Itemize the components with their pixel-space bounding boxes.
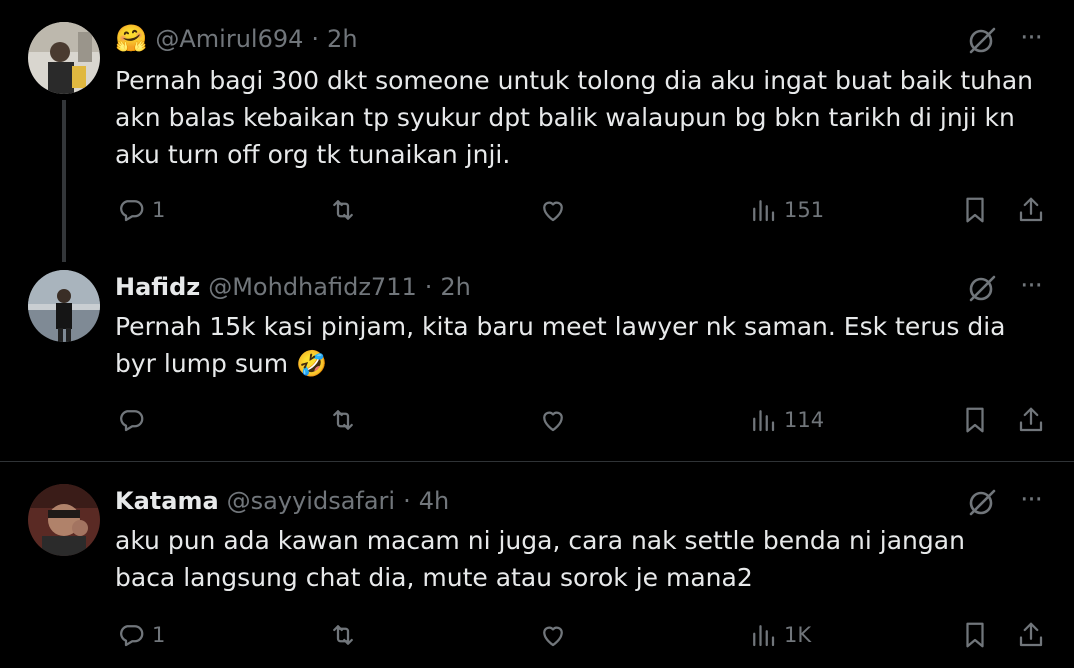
bookmark-button[interactable]: [960, 615, 990, 655]
timestamp[interactable]: 2h: [440, 273, 470, 301]
view-count: 114: [784, 408, 825, 432]
like-button[interactable]: [538, 190, 574, 230]
grok-icon[interactable]: [966, 24, 998, 56]
bookmark-button[interactable]: [960, 190, 990, 230]
tweet[interactable]: 🤗 @Amirul694 · 2h ··· Pernah bagi 300 dk…: [0, 0, 1074, 250]
views-icon: [753, 200, 775, 222]
like-button[interactable]: [538, 615, 574, 655]
view-count: 151: [784, 198, 825, 222]
display-name[interactable]: Katama: [115, 487, 219, 515]
tweet[interactable]: Hafidz @Mohdhafidz711 · 2h ··· Pernah 15…: [0, 262, 1074, 460]
tweet-text: Pernah 15k kasi pinjam, kita baru meet l…: [115, 312, 1006, 378]
share-icon: [1019, 407, 1043, 432]
avatar[interactable]: [28, 270, 100, 342]
share-icon: [1019, 197, 1043, 222]
views-icon: [753, 410, 775, 432]
share-button[interactable]: [1016, 190, 1046, 230]
grok-icon[interactable]: [966, 486, 998, 518]
repost-button[interactable]: [328, 615, 364, 655]
tweet-actions: 114: [0, 400, 1074, 440]
bookmark-icon: [966, 622, 984, 648]
separator-dot: ·: [403, 487, 411, 515]
repost-icon: [333, 625, 353, 645]
bookmark-icon: [966, 197, 984, 223]
tweet[interactable]: Katama @sayyidsafari · 4h ··· aku pun ad…: [0, 462, 1074, 668]
avatar[interactable]: [28, 22, 100, 94]
views-button[interactable]: 151: [748, 190, 824, 230]
reply-icon: [120, 410, 144, 432]
avatar[interactable]: [28, 484, 100, 556]
display-name[interactable]: Hafidz: [115, 273, 200, 301]
tweet-actions: 1 1K: [0, 615, 1074, 655]
tweet-header: Katama @sayyidsafari · 4h: [115, 484, 449, 518]
views-button[interactable]: 1K: [748, 615, 811, 655]
share-button[interactable]: [1016, 400, 1046, 440]
views-button[interactable]: 114: [748, 400, 824, 440]
reply-button[interactable]: [116, 400, 152, 440]
user-handle[interactable]: @Mohdhafidz711: [208, 273, 417, 301]
bookmark-button[interactable]: [960, 400, 990, 440]
bookmark-icon: [966, 407, 984, 433]
grok-icon[interactable]: [966, 272, 998, 304]
reply-button[interactable]: 1: [116, 615, 165, 655]
view-count: 1K: [784, 623, 812, 647]
timestamp[interactable]: 4h: [419, 487, 449, 515]
repost-icon: [333, 410, 353, 430]
like-icon: [543, 626, 563, 647]
repost-button[interactable]: [328, 190, 364, 230]
like-icon: [543, 201, 563, 222]
like-button[interactable]: [538, 400, 574, 440]
repost-button[interactable]: [328, 400, 364, 440]
reply-button[interactable]: 1: [116, 190, 165, 230]
reply-count: 1: [152, 623, 166, 647]
share-icon: [1019, 622, 1043, 647]
more-icon[interactable]: ···: [1015, 25, 1047, 58]
user-handle[interactable]: @sayyidsafari: [227, 487, 395, 515]
more-icon[interactable]: ···: [1015, 487, 1047, 520]
separator-dot: ·: [311, 25, 320, 53]
like-icon: [543, 411, 563, 432]
reply-icon: [120, 200, 144, 222]
display-name-emoji[interactable]: 🤗: [115, 24, 147, 54]
reply-icon: [120, 625, 144, 647]
share-button[interactable]: [1016, 615, 1046, 655]
separator-dot: ·: [424, 273, 433, 301]
reply-count: 1: [152, 198, 166, 222]
tweet-text: aku pun ada kawan macam ni juga, cara na…: [115, 526, 965, 592]
tweet-header: Hafidz @Mohdhafidz711 · 2h: [115, 270, 471, 304]
user-handle[interactable]: @Amirul694: [155, 25, 303, 53]
more-icon[interactable]: ···: [1015, 273, 1047, 306]
tweet-text: Pernah bagi 300 dkt someone untuk tolong…: [115, 66, 1033, 169]
repost-icon: [333, 200, 353, 220]
tweet-header: 🤗 @Amirul694 · 2h: [115, 22, 358, 56]
tweet-actions: 1 151: [0, 190, 1074, 230]
timestamp[interactable]: 2h: [327, 25, 357, 53]
views-icon: [753, 625, 775, 647]
